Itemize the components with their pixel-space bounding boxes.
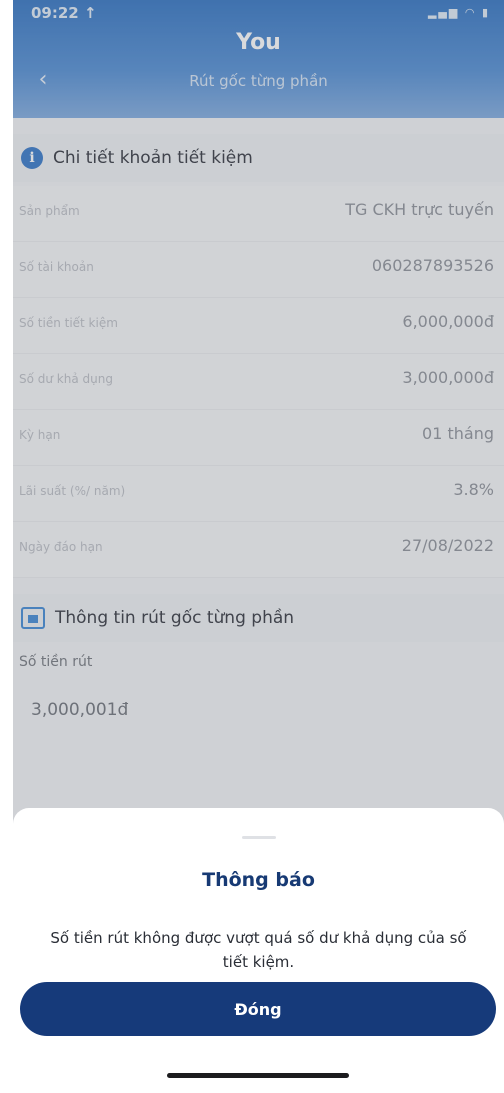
- alert-bottom-sheet: Thông báo Số tiền rút không được vượt qu…: [13, 808, 504, 1093]
- app-screen: 09:22 ↑ ▂▄▆ ◠ ▮ You ‹ Rút gốc từng phần …: [13, 0, 504, 1093]
- home-indicator: [167, 1073, 349, 1078]
- dialog-title: Thông báo: [202, 869, 315, 891]
- dialog-message: Số tiền rút không được vượt quá số dư kh…: [50, 929, 467, 971]
- sheet-drag-handle[interactable]: [242, 836, 276, 839]
- close-button[interactable]: Đóng: [20, 982, 496, 1036]
